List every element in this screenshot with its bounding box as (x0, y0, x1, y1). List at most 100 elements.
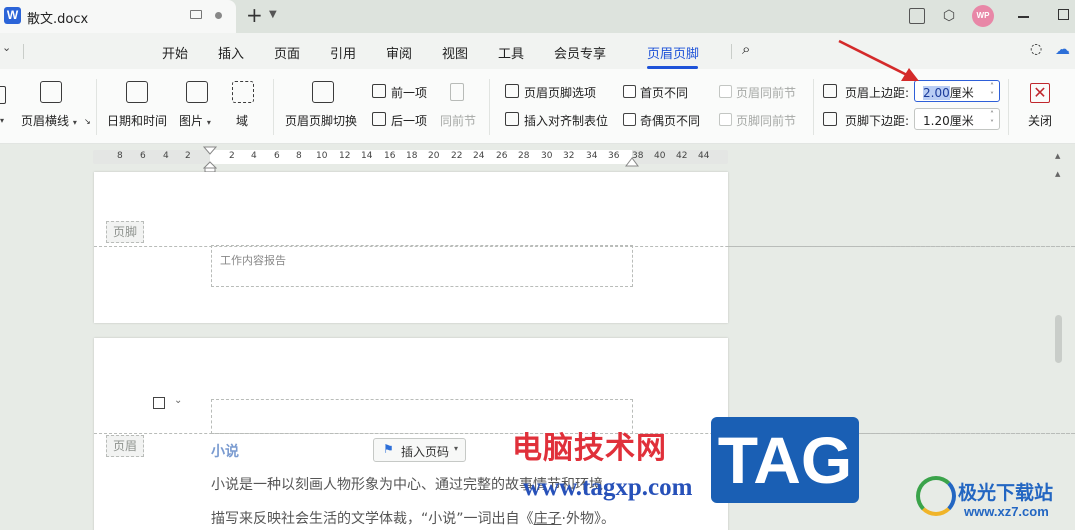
chevron-down-icon[interactable]: ⌄ (174, 395, 182, 406)
zhuangzi-link[interactable]: 庄子 (534, 511, 562, 527)
menu-divider (731, 44, 732, 59)
ruler-number: 2 (185, 151, 191, 161)
spin-down-icon[interactable]: ˅ (990, 92, 994, 100)
insert-align-tab-button[interactable]: 插入对齐制表位 (524, 112, 608, 129)
header-footer-switch-button[interactable] (312, 81, 334, 103)
search-icon[interactable]: ⌕ (742, 40, 750, 58)
cube-icon[interactable]: ⬡ (941, 8, 957, 24)
watermark-site-name: 电脑技术网 (512, 431, 667, 466)
previous-item-icon[interactable] (372, 84, 386, 98)
monitor-icon[interactable] (190, 10, 202, 19)
options-icon[interactable] (505, 84, 519, 98)
ruler-number: 14 (361, 151, 373, 161)
sidebar-icon[interactable] (909, 8, 925, 24)
header-footer-switch-label[interactable]: 页眉页脚切换 (285, 112, 357, 129)
date-time-label[interactable]: 日期和时间 (107, 112, 167, 129)
date-time-button[interactable] (126, 81, 148, 103)
close-header-footer-label[interactable]: 关闭 (1028, 112, 1052, 129)
ruler-number: 12 (339, 151, 351, 161)
align-icon (153, 397, 165, 409)
header-line-button[interactable] (40, 81, 62, 103)
chevron-down-icon[interactable]: ⌄ (2, 41, 11, 54)
first-page-different-label[interactable]: 首页不同 (640, 84, 688, 101)
tab-references[interactable]: 引用 (330, 43, 356, 62)
expand-icon[interactable]: ↘ (84, 117, 91, 126)
ruler-number: 8 (117, 151, 123, 161)
header-footer-options-button[interactable]: 页眉页脚选项 (524, 84, 596, 101)
aurora-logo-icon (916, 476, 956, 516)
paragraph-align-button[interactable]: ⌄ (150, 394, 187, 414)
footer-bottom-margin-spinner[interactable]: 1.20厘米 ˄ ˅ (914, 108, 1000, 130)
ruler-number: 4 (163, 151, 169, 161)
cloud-icon[interactable]: ☁ (1055, 40, 1070, 58)
ruler-number: 16 (384, 151, 396, 161)
page-1[interactable]: 页脚 (94, 172, 1075, 323)
picture-button[interactable] (186, 81, 208, 103)
tab-insert[interactable]: 插入 (218, 43, 244, 62)
chevron-down-icon[interactable]: ▾ (0, 112, 4, 126)
tab-header-footer[interactable]: 页眉页脚 (647, 43, 699, 62)
chevron-down-icon[interactable]: ▼ (269, 9, 277, 20)
footer-bottom-margin-label: 页脚下边距: (845, 114, 910, 128)
next-item-icon[interactable] (372, 112, 386, 126)
tab-member[interactable]: 会员专享 (554, 43, 606, 62)
tab-review[interactable]: 审阅 (386, 43, 412, 62)
avatar[interactable]: WP (972, 5, 994, 27)
minimize-icon[interactable] (1018, 16, 1029, 18)
tab-page[interactable]: 页面 (274, 43, 300, 62)
tab-tools[interactable]: 工具 (498, 43, 524, 62)
right-indent-marker-icon[interactable] (625, 156, 639, 168)
ribbon-divider (273, 79, 274, 135)
close-icon[interactable]: ✕ (1030, 83, 1050, 103)
first-page-different-checkbox[interactable] (623, 85, 636, 98)
insert-page-number-button[interactable]: ⚑ 插入页码 ▾ (373, 438, 466, 462)
indent-marker-icon[interactable] (203, 144, 217, 172)
header-top-margin-value[interactable]: 2.00厘米 (923, 84, 974, 101)
annotation-arrow-icon (838, 39, 919, 81)
ruler-number: 26 (496, 151, 508, 161)
field-label[interactable]: 域 (236, 112, 248, 129)
footer-region-tag: 页脚 (106, 221, 144, 243)
page-number-icon[interactable] (0, 86, 6, 104)
odd-even-different-checkbox[interactable] (623, 113, 636, 126)
ribbon-divider (813, 79, 814, 135)
calendar-icon (126, 81, 148, 103)
ruler-number: 32 (563, 151, 575, 161)
previous-item-button[interactable]: 前一项 (391, 84, 427, 101)
ribbon-divider (96, 79, 97, 135)
unsaved-dot-icon[interactable] (215, 12, 222, 19)
footer-same-as-prev-label: 页脚同前节 (736, 114, 797, 128)
body-line-2[interactable]: 描写来反映社会生活的文学体裁，“小说”一词出自《庄子·外物》。 (211, 508, 615, 528)
ruler-number: 6 (274, 151, 280, 161)
new-tab-button[interactable]: + (246, 5, 263, 25)
odd-even-different-label[interactable]: 奇偶页不同 (640, 112, 700, 129)
footer-text[interactable]: 工作内容报告 (220, 252, 286, 268)
spin-up-icon[interactable]: ˄ (990, 111, 994, 119)
scroll-up-icon[interactable]: ▲ (1055, 170, 1060, 178)
spin-up-icon[interactable]: ˄ (990, 83, 994, 91)
heading-text[interactable]: 小说 (211, 441, 239, 461)
ruler-number: 22 (451, 151, 463, 161)
tab-home[interactable]: 开始 (162, 43, 188, 62)
ruler-number: 10 (316, 151, 328, 161)
maximize-icon[interactable] (1058, 9, 1069, 20)
next-item-button[interactable]: 后一项 (391, 112, 427, 129)
header-same-as-prev-label: 页眉同前节 (736, 86, 797, 100)
align-tab-icon[interactable] (505, 112, 519, 126)
page-number-icon: ⚑ (383, 442, 394, 456)
vertical-scrollbar[interactable] (1055, 315, 1062, 363)
footer-bottom-margin-value[interactable]: 1.20厘米 (923, 112, 974, 129)
ruler-number: 6 (140, 151, 146, 161)
header-line-icon (40, 81, 62, 103)
header-top-margin-spinner[interactable]: 2.00厘米 ˄ ˅ (914, 80, 1000, 102)
header-line-label[interactable]: 页眉横线 ▾ (21, 112, 77, 129)
spin-down-icon[interactable]: ˅ (990, 120, 994, 128)
picture-icon (186, 81, 208, 103)
picture-label[interactable]: 图片 ▾ (179, 112, 211, 129)
field-button[interactable] (232, 81, 254, 103)
document-tab[interactable]: W 散文.docx (0, 0, 236, 33)
header-region-tag: 页眉 (106, 435, 144, 457)
tab-view[interactable]: 视图 (442, 43, 468, 62)
scroll-top-icon[interactable]: ▲ (1055, 152, 1060, 160)
comment-icon[interactable]: ◌ (1030, 41, 1042, 57)
